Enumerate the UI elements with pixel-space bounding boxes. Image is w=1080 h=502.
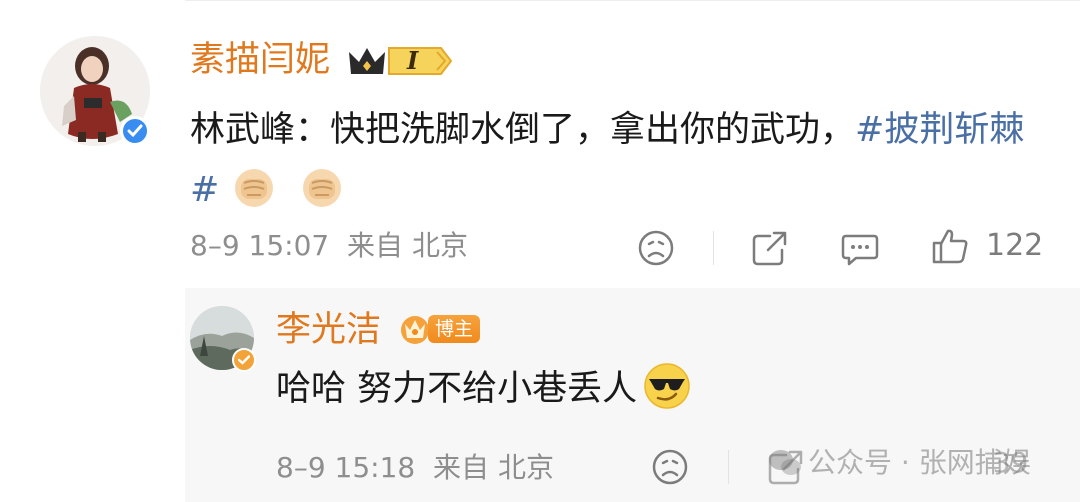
reply-username[interactable]: 李光洁 <box>276 310 381 350</box>
reply-meta: 8–9 15:18 来自 北京 <box>276 452 554 484</box>
action-divider <box>713 231 714 265</box>
reply-location: 来自 北京 <box>433 451 554 484</box>
blogger-badge: 博主 <box>398 312 481 346</box>
fist-emoji <box>233 167 275 209</box>
watermark: 公众号 · 张网捕娱 39 <box>768 446 1031 480</box>
comment-meta: 8–9 15:07 来自 北京 <box>190 230 468 262</box>
dislike-icon[interactable] <box>650 447 690 487</box>
reply-date: 8–9 15:18 <box>276 451 416 484</box>
comment-content: 林武峰：快把洗脚水倒了，拿出你的武功，#披荆斩棘# <box>190 100 1040 220</box>
action-divider <box>728 450 729 484</box>
share-icon[interactable] <box>750 228 790 268</box>
level-badge-text: I <box>407 46 419 75</box>
member-crown-badge: I <box>345 42 453 78</box>
reply-text: 哈哈 努力不给小巷丢人 <box>276 369 638 409</box>
wechat-icon <box>769 450 801 475</box>
fist-emoji <box>301 167 343 209</box>
comment-username[interactable]: 素描闫妮 <box>190 40 330 80</box>
comment-icon[interactable] <box>840 228 880 268</box>
sunglasses-emoji <box>643 362 691 410</box>
like-icon[interactable] <box>930 226 970 266</box>
reply-content: 哈哈 努力不给小巷丢人 <box>276 362 691 414</box>
comment-text: 林武峰：快把洗脚水倒了，拿出你的武功， <box>190 110 856 150</box>
dislike-icon[interactable] <box>636 228 676 268</box>
watermark-number: 39 <box>992 446 1029 479</box>
divider <box>185 0 1080 1</box>
comment-location: 来自 北京 <box>347 229 468 262</box>
verified-icon <box>232 348 256 372</box>
verified-icon <box>120 116 150 146</box>
blogger-badge-label: 博主 <box>428 315 481 343</box>
like-count: 122 <box>986 228 1044 263</box>
comment-date: 8–9 15:07 <box>190 229 330 262</box>
